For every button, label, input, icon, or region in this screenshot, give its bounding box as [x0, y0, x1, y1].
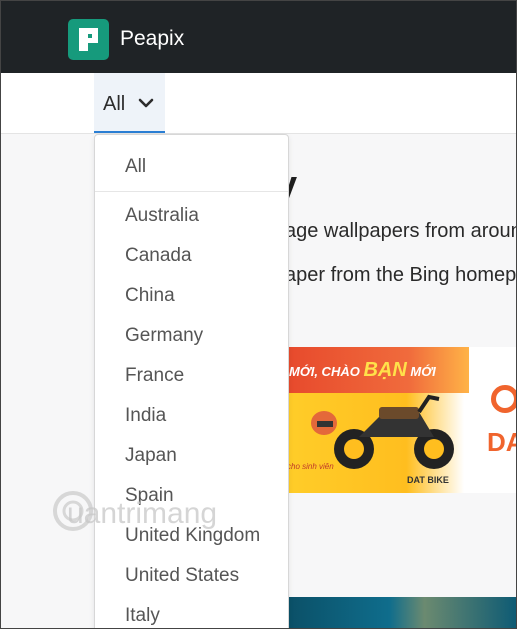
chevron-down-icon: [138, 98, 154, 108]
ad-brand-large: DAT: [487, 427, 516, 457]
dropdown-divider: [95, 191, 288, 192]
dropdown-item-australia[interactable]: Australia: [125, 205, 199, 227]
filter-bar: All: [1, 73, 516, 134]
peapix-logo-icon[interactable]: [68, 19, 109, 60]
country-dropdown-menu: All Australia Canada China Germany Franc…: [94, 134, 289, 628]
ad-subtext: cho sinh viên: [287, 462, 334, 471]
dropdown-item-spain[interactable]: Spain: [125, 485, 174, 507]
dropdown-item-united-states[interactable]: United States: [125, 565, 239, 587]
ad-banner[interactable]: MỚI, CHÀO BẠN MỚI cho sinh viên DAT BIKE…: [269, 347, 516, 493]
dropdown-item-all[interactable]: All: [125, 156, 146, 178]
dropdown-item-united-kingdom[interactable]: United Kingdom: [125, 525, 260, 547]
watermark-logo-icon: [53, 491, 93, 531]
dropdown-item-italy[interactable]: Italy: [125, 605, 160, 627]
datbike-logo-icon: [491, 385, 516, 413]
helmet-image: [311, 411, 337, 435]
intro-text-line: age wallpapers from aroun: [285, 220, 517, 242]
dropdown-item-japan[interactable]: Japan: [125, 445, 177, 467]
wallpaper-thumbnail[interactable]: [284, 597, 516, 628]
dropdown-item-canada[interactable]: Canada: [125, 245, 192, 267]
brand-name[interactable]: Peapix: [120, 27, 184, 51]
dropdown-item-germany[interactable]: Germany: [125, 325, 203, 347]
country-filter-toggle[interactable]: All: [94, 73, 165, 133]
top-navbar: Peapix: [1, 1, 516, 73]
browser-viewport: Peapix All y age wallpapers from aroun a…: [0, 0, 517, 629]
ad-brand-small: DAT BIKE: [407, 475, 449, 485]
intro-text-line: aper from the Bing homepa: [285, 264, 517, 286]
filter-selected-label: All: [103, 93, 126, 115]
dropdown-item-india[interactable]: India: [125, 405, 166, 427]
motorbike-image: [334, 394, 454, 469]
dropdown-item-france[interactable]: France: [125, 365, 184, 387]
dropdown-item-china[interactable]: China: [125, 285, 175, 307]
